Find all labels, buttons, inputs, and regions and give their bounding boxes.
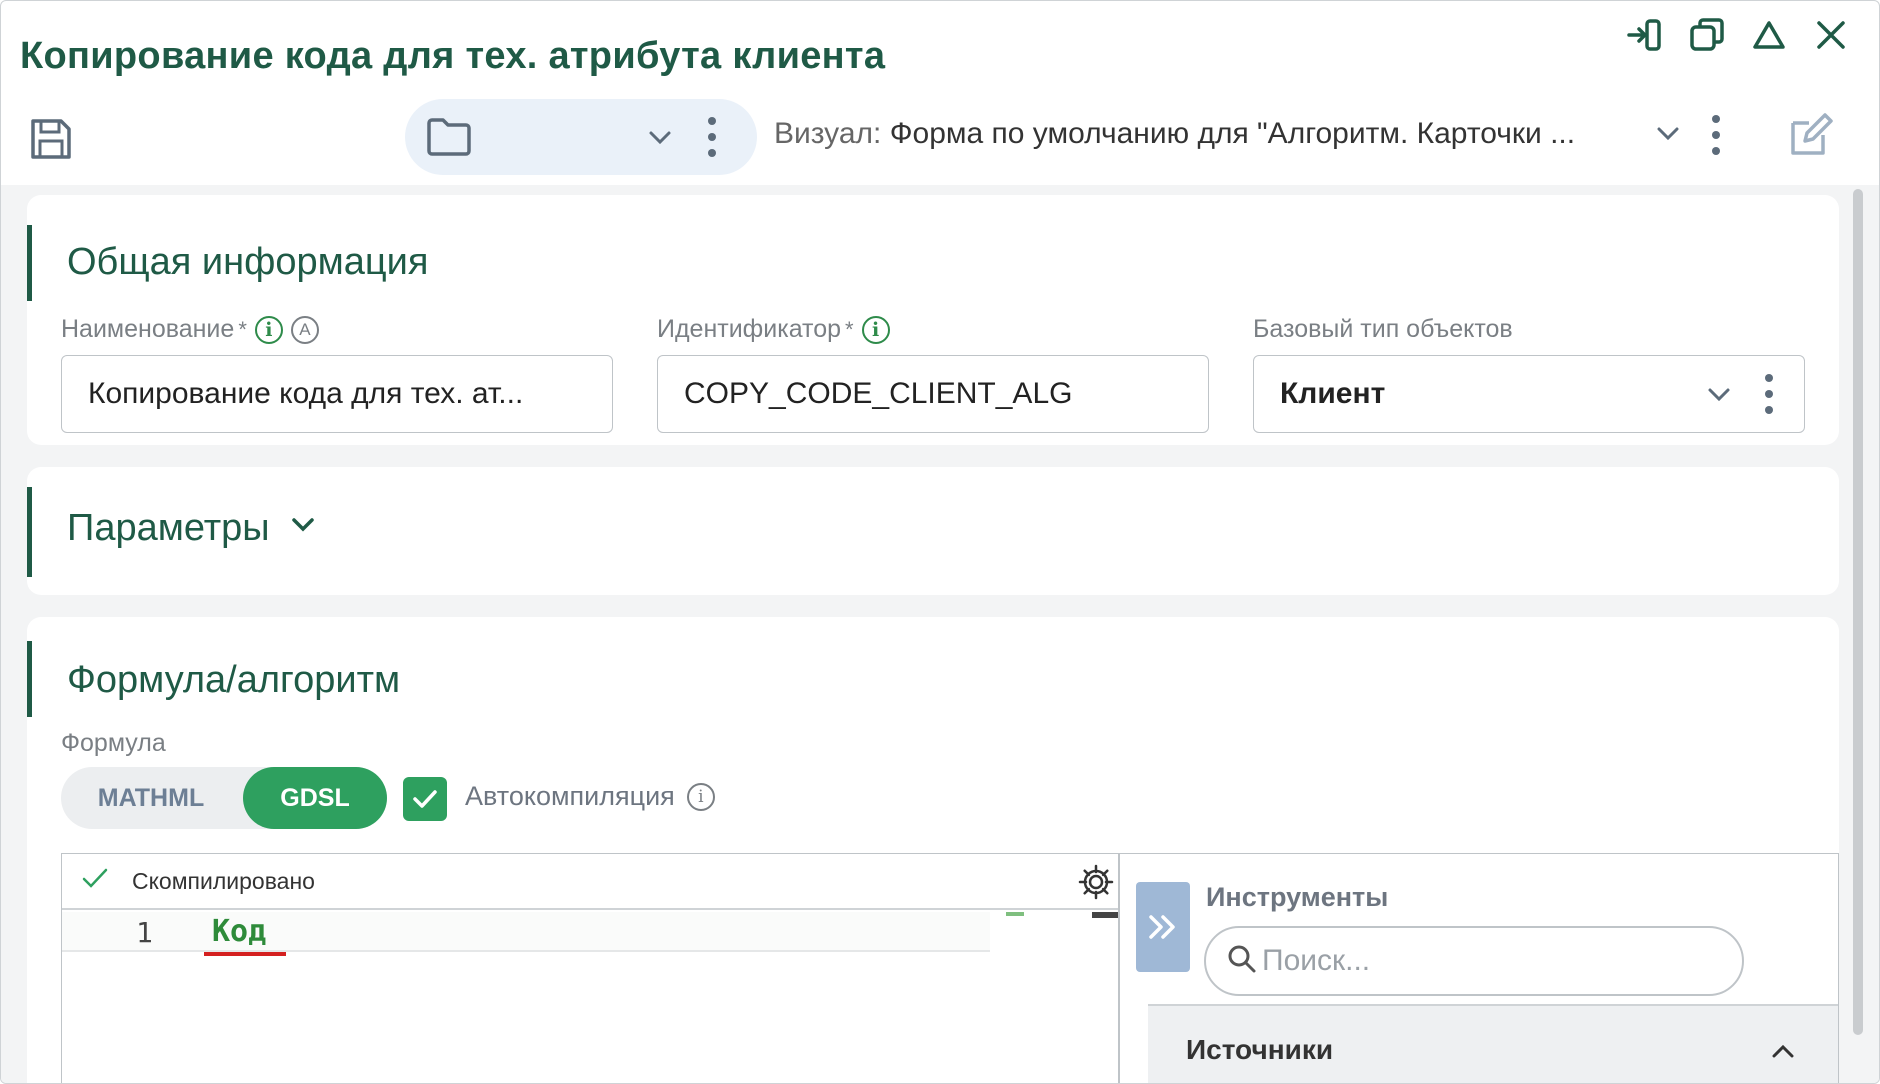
- checkmark-icon: [413, 790, 437, 808]
- formula-card: Формула/алгоритм Формула MATHML GDSL Авт…: [27, 617, 1839, 1083]
- parameters-header[interactable]: Параметры: [67, 507, 318, 550]
- formula-type-toggle: MATHML GDSL: [61, 767, 387, 829]
- chevron-down-icon[interactable]: [288, 507, 318, 550]
- section-title: Параметры: [67, 507, 270, 549]
- chevron-down-icon[interactable]: [1704, 380, 1734, 418]
- identifier-input[interactable]: COPY_CODE_CLIENT_ALG: [657, 355, 1209, 433]
- general-info-card: Общая информация Наименование * i A Копи…: [27, 195, 1839, 445]
- section-accent: [27, 641, 32, 717]
- section-title: Формула/алгоритм: [67, 659, 401, 701]
- chevron-up-icon[interactable]: [1768, 1036, 1798, 1071]
- section-title: Общая информация: [67, 241, 429, 283]
- autocompile-label: Автокомпиляция: [465, 781, 675, 811]
- close-icon[interactable]: [1811, 15, 1851, 55]
- folder-icon[interactable]: [425, 115, 473, 162]
- base-type-value: Клиент: [1280, 377, 1386, 410]
- autocompile-checkbox[interactable]: [403, 777, 447, 821]
- save-icon[interactable]: [23, 111, 79, 167]
- code-editor: Скомпилировано 1 Код Инструменты Поиск..…: [61, 853, 1839, 1083]
- folder-selector[interactable]: [405, 99, 757, 175]
- visual-value: Форма по умолчанию для "Алгоритм. Карточ…: [889, 117, 1576, 150]
- search-input[interactable]: [1262, 944, 1702, 978]
- base-type-label: Базовый тип объектов: [1253, 315, 1513, 343]
- base-type-select[interactable]: Клиент: [1253, 355, 1805, 433]
- toolbar: Визуал: Форма по умолчанию для "Алгоритм…: [1, 97, 1879, 183]
- minimap[interactable]: [1006, 912, 1024, 916]
- formula-label: Формула: [61, 729, 166, 757]
- check-icon: [80, 864, 110, 899]
- autocompile-label-group: Автокомпиляция i: [465, 781, 715, 812]
- window-controls: [1625, 15, 1851, 55]
- chevron-down-icon[interactable]: [1653, 119, 1683, 154]
- name-label-group: Наименование * i A: [61, 315, 319, 344]
- required-mark: *: [845, 316, 854, 342]
- home-icon[interactable]: [1749, 15, 1789, 55]
- visual-selector[interactable]: Визуал: Форма по умолчанию для "Алгоритм…: [774, 117, 1575, 151]
- tools-search[interactable]: [1204, 926, 1744, 996]
- code-line[interactable]: 1 Код: [62, 912, 990, 956]
- chevron-down-icon[interactable]: [645, 123, 675, 158]
- restore-icon[interactable]: [1687, 15, 1727, 55]
- code-text: Код: [212, 914, 267, 949]
- edit-icon[interactable]: [1785, 111, 1833, 164]
- name-input[interactable]: Копирование кода для тех. ат...: [61, 355, 613, 433]
- tools-title: Инструменты: [1206, 882, 1389, 912]
- kebab-menu-icon[interactable]: [1709, 111, 1723, 164]
- info-icon[interactable]: i: [861, 315, 890, 344]
- editor-scrollbar[interactable]: [1092, 912, 1118, 918]
- vertical-scrollbar[interactable]: [1853, 189, 1863, 1035]
- name-label: Наименование: [61, 315, 235, 343]
- auto-translate-icon[interactable]: A: [290, 315, 319, 344]
- error-underline: [204, 952, 286, 956]
- exit-icon[interactable]: [1625, 15, 1665, 55]
- info-icon[interactable]: i: [686, 782, 715, 811]
- id-label: Идентификатор: [657, 315, 842, 343]
- section-accent: [27, 225, 32, 301]
- search-icon: [1226, 943, 1258, 980]
- line-number: 1: [136, 916, 153, 949]
- sources-label: Источники: [1186, 1034, 1334, 1065]
- compile-status: Скомпилировано: [132, 867, 315, 894]
- info-icon[interactable]: i: [254, 315, 283, 344]
- editor-pane[interactable]: Скомпилировано 1 Код: [62, 854, 1120, 1083]
- app-window: Копирование кода для тех. атрибута клиен…: [0, 0, 1880, 1084]
- double-chevron-right-icon: [1149, 915, 1175, 939]
- id-label-group: Идентификатор * i: [657, 315, 890, 344]
- required-mark: *: [238, 316, 247, 342]
- content-area: Общая информация Наименование * i A Копи…: [1, 185, 1879, 1083]
- parameters-card[interactable]: Параметры: [27, 467, 1839, 595]
- kebab-menu-icon[interactable]: [1762, 370, 1776, 426]
- expand-tools-button[interactable]: [1136, 882, 1190, 972]
- kebab-menu-icon[interactable]: [705, 113, 719, 166]
- visual-label: Визуал:: [774, 117, 882, 150]
- gear-icon[interactable]: [1076, 862, 1116, 907]
- page-title: Копирование кода для тех. атрибута клиен…: [20, 35, 886, 77]
- section-accent: [27, 487, 32, 577]
- toggle-gdsl[interactable]: GDSL: [243, 767, 387, 829]
- sources-section[interactable]: Источники: [1148, 1004, 1838, 1083]
- compile-status-bar: Скомпилировано: [62, 854, 1118, 910]
- toggle-mathml[interactable]: MATHML: [61, 767, 241, 829]
